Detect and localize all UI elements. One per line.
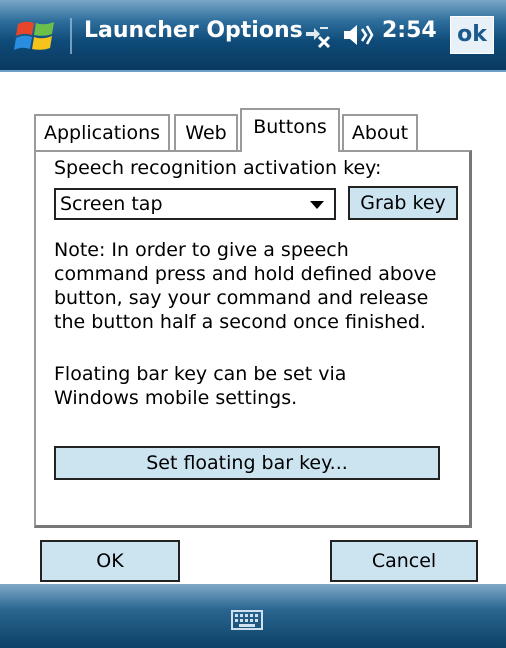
network-icon[interactable] bbox=[302, 22, 332, 48]
note-line: command press and hold defined above bbox=[54, 263, 437, 285]
activation-key-value: Screen tap bbox=[60, 193, 163, 215]
ok-button[interactable]: OK bbox=[40, 540, 180, 582]
note-line: Note: In order to give a speech bbox=[54, 239, 349, 261]
title-separator bbox=[70, 18, 72, 54]
activation-key-select[interactable]: Screen tap bbox=[54, 188, 336, 220]
floating-note-line: Windows mobile settings. bbox=[54, 387, 298, 409]
tab-web[interactable]: Web bbox=[174, 114, 238, 150]
tab-about[interactable]: About bbox=[342, 114, 418, 150]
keyboard-icon[interactable] bbox=[231, 610, 263, 630]
tab-buttons[interactable]: Buttons bbox=[240, 108, 340, 152]
soft-key-bar bbox=[0, 584, 506, 648]
title-ok-button[interactable]: ok bbox=[450, 16, 494, 54]
set-floating-bar-key-button[interactable]: Set floating bar key... bbox=[54, 446, 440, 480]
cancel-button[interactable]: Cancel bbox=[330, 540, 478, 582]
note-line: button, say your command and release bbox=[54, 287, 429, 309]
grab-key-button[interactable]: Grab key bbox=[348, 186, 458, 220]
window-title: Launcher Options bbox=[84, 18, 303, 43]
tab-applications[interactable]: Applications bbox=[34, 114, 170, 150]
clock-time[interactable]: 2:54 bbox=[382, 18, 437, 43]
floating-bar-note: Floating bar key can be set via Windows … bbox=[54, 362, 464, 410]
speech-note: Note: In order to give a speech command … bbox=[54, 238, 464, 334]
windows-start-icon[interactable] bbox=[14, 16, 58, 56]
note-line: the button half a second once finished. bbox=[54, 311, 426, 333]
chevron-down-icon[interactable] bbox=[310, 201, 324, 209]
volume-icon[interactable] bbox=[342, 22, 374, 48]
buttons-panel: Speech recognition activation key: Scree… bbox=[34, 150, 472, 528]
title-bar: Launcher Options 2:54 ok bbox=[0, 0, 506, 72]
activation-key-label: Speech recognition activation key: bbox=[54, 157, 382, 179]
floating-note-line: Floating bar key can be set via bbox=[54, 363, 347, 385]
